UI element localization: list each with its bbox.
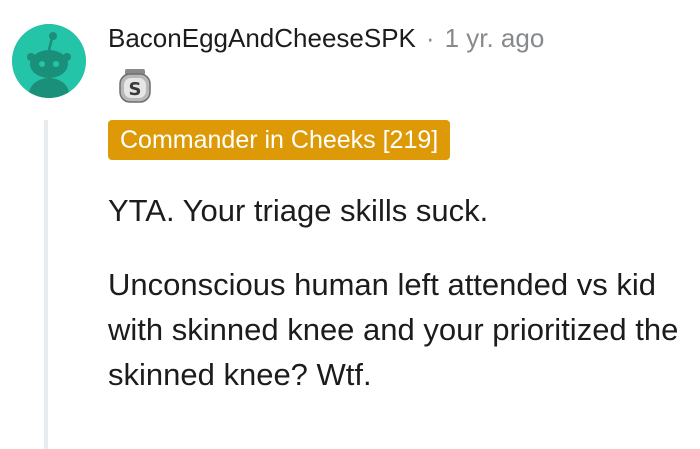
timestamp-link[interactable]: 1 yr. ago [445, 23, 545, 54]
username-link[interactable]: BaconEggAndCheeseSPK [108, 23, 416, 54]
comment-body: YTA. Your triage skills suck. Unconsciou… [108, 188, 698, 426]
comment: BaconEggAndCheeseSPK · 1 yr. ago S Comma… [0, 0, 700, 449]
user-flair-badge: Commander in Cheeks [219] [108, 120, 451, 160]
comment-paragraph-1: YTA. Your triage skills suck. [108, 193, 489, 228]
separator-dot: · [425, 22, 435, 53]
avatar[interactable] [12, 24, 86, 98]
thread-collapse-line[interactable] [44, 120, 48, 449]
silver-award-icon[interactable]: S [116, 66, 154, 104]
svg-text:S: S [129, 79, 142, 100]
comment-header: BaconEggAndCheeseSPK · 1 yr. ago [108, 18, 544, 58]
snoo-avatar-icon [12, 24, 86, 98]
comment-paragraph-2: Unconscious human left attended vs kid w… [108, 267, 679, 392]
